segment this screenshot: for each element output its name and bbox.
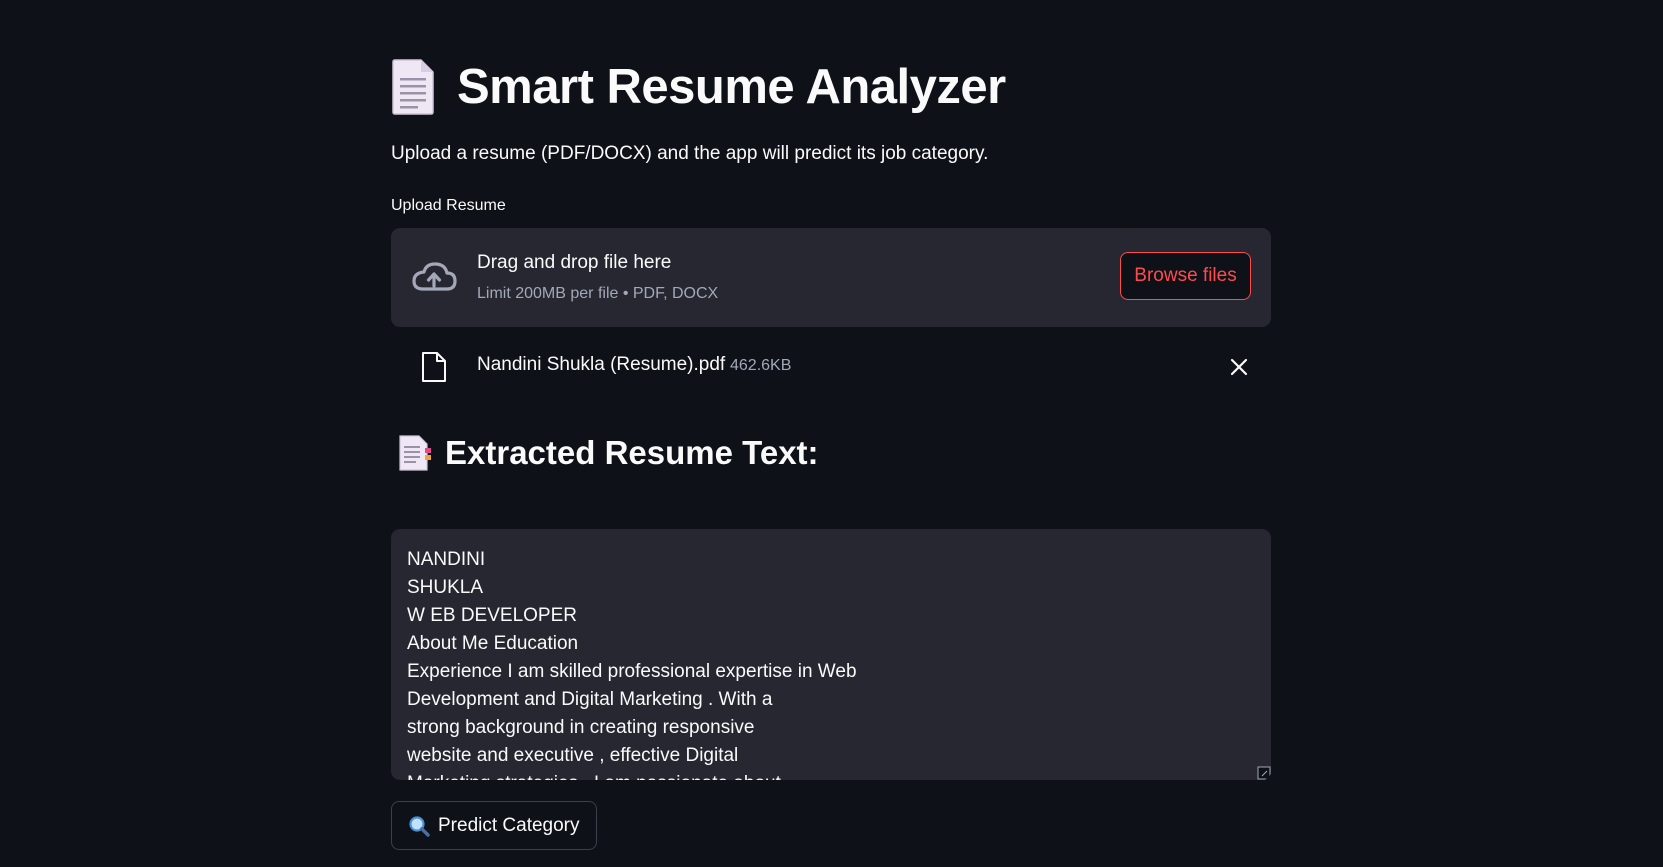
extracted-text-area[interactable]: NANDINI SHUKLA W EB DEVELOPER About Me E… bbox=[391, 529, 1271, 780]
title-row: Smart Resume Analyzer bbox=[391, 52, 1006, 122]
dropzone-limit: Limit 200MB per file • PDF, DOCX bbox=[477, 285, 719, 302]
dropzone-title: Drag and drop file here bbox=[477, 252, 672, 273]
browse-files-button[interactable]: Browse files bbox=[1120, 252, 1251, 300]
page-facing-up-icon bbox=[391, 58, 435, 116]
predict-button-label: Predict Category bbox=[438, 814, 580, 836]
extracted-text-content[interactable]: NANDINI SHUKLA W EB DEVELOPER About Me E… bbox=[407, 546, 857, 780]
file-dropzone[interactable]: Drag and drop file here Limit 200MB per … bbox=[391, 228, 1271, 327]
upload-label: Upload Resume bbox=[391, 197, 506, 214]
uploaded-file-name: Nandini Shukla (Resume).pdf bbox=[477, 354, 726, 375]
extracted-section-header: Extracted Resume Text: bbox=[397, 428, 819, 478]
uploaded-file-size: 462.6KB bbox=[730, 357, 792, 374]
page-subtitle: Upload a resume (PDF/DOCX) and the app w… bbox=[391, 143, 989, 164]
extracted-text-heading: Extracted Resume Text: bbox=[445, 434, 819, 471]
predict-category-button[interactable]: Predict Category bbox=[391, 801, 597, 850]
bookmark-tabs-icon bbox=[397, 434, 431, 472]
resize-handle-icon[interactable] bbox=[1257, 766, 1271, 780]
page-title: Smart Resume Analyzer bbox=[457, 60, 1006, 114]
magnifying-glass-icon bbox=[408, 815, 430, 837]
close-icon[interactable] bbox=[1228, 356, 1250, 378]
cloud-upload-icon bbox=[410, 256, 458, 296]
file-icon bbox=[421, 351, 447, 383]
uploaded-file-row: Nandini Shukla (Resume).pdf 462.6KB bbox=[391, 346, 1271, 386]
